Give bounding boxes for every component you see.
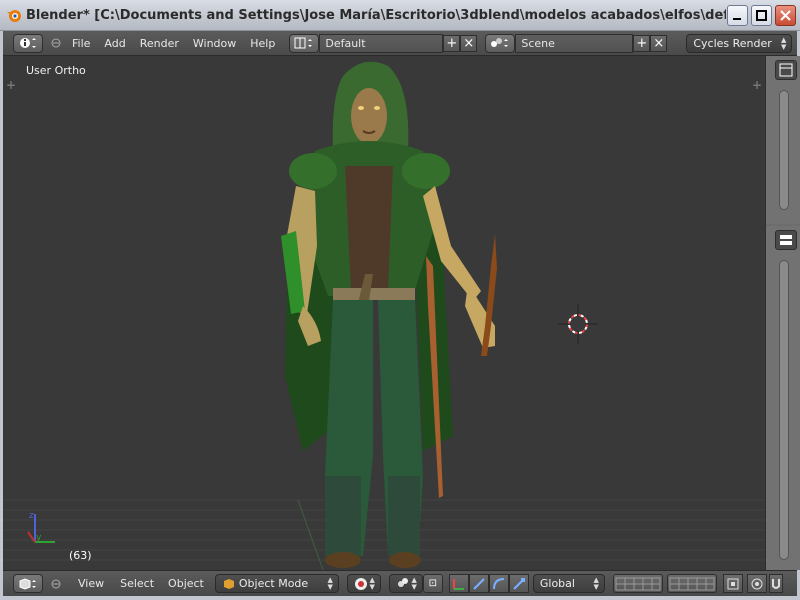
tool-shelf-toggle-icon[interactable]: + xyxy=(6,78,16,92)
window-title: Blender* [C:\Documents and Settings\Jose… xyxy=(26,7,726,23)
maximize-button[interactable] xyxy=(751,5,772,26)
object-mode-dropdown[interactable]: Object Mode ▲ ▼ xyxy=(214,574,339,593)
info-header: File Add Render Window Help Default + × … xyxy=(3,31,797,56)
proportional-icon xyxy=(751,578,763,589)
snap-button[interactable] xyxy=(768,574,783,593)
info-icon xyxy=(20,38,36,48)
updown-arrows-icon: ▲ ▼ xyxy=(593,576,599,591)
menu-add[interactable]: Add xyxy=(97,37,132,50)
magnet-icon xyxy=(771,578,780,589)
pivot-center-button[interactable]: ⊡ xyxy=(422,574,443,593)
scale-manipulator-button[interactable] xyxy=(508,574,529,593)
window-titlebar[interactable]: Blender* [C:\Documents and Settings\Jose… xyxy=(0,0,800,31)
x-icon: × xyxy=(463,35,475,51)
layer-buttons-2[interactable] xyxy=(666,574,717,593)
outliner-icon[interactable] xyxy=(775,60,797,80)
properties-icon[interactable] xyxy=(775,230,797,250)
menu-render[interactable]: Render xyxy=(133,37,186,50)
outliner-strip xyxy=(766,56,800,224)
manipulator-icon xyxy=(452,578,464,590)
blender-logo-icon xyxy=(7,10,21,22)
remove-scene-button[interactable]: × xyxy=(650,34,668,52)
window-frame-bottom xyxy=(0,596,800,600)
svg-text:z: z xyxy=(29,511,34,521)
viewport-canvas: z y xyxy=(3,61,765,570)
3d-viewport[interactable]: z y User Ortho (63) + + xyxy=(3,56,765,570)
rotate-icon xyxy=(492,577,504,589)
render-engine-label: Cycles Render xyxy=(693,36,772,50)
object-mode-cube-icon xyxy=(223,578,234,589)
scene-field[interactable]: Scene xyxy=(515,33,634,53)
viewport-shading-dropdown[interactable]: ▲ ▼ xyxy=(346,574,381,593)
elf-character-model[interactable] xyxy=(281,61,497,568)
layer-grid-icon xyxy=(615,577,661,590)
add-layout-button[interactable]: + xyxy=(443,34,461,52)
editor-type-button[interactable] xyxy=(13,33,43,53)
menu-window[interactable]: Window xyxy=(186,37,243,50)
close-icon xyxy=(780,10,791,21)
svg-text:y: y xyxy=(36,533,42,543)
properties-strip xyxy=(766,226,800,570)
add-scene-button[interactable]: + xyxy=(633,34,651,52)
minimize-icon xyxy=(733,18,741,20)
shading-icon xyxy=(354,577,367,590)
render-engine-dropdown[interactable]: Cycles Render ▲ ▼ xyxy=(686,33,793,53)
properties-scrollbar[interactable] xyxy=(779,260,789,560)
scene-icon xyxy=(491,38,509,47)
transform-orientation-dropdown[interactable]: Global ▲ ▼ xyxy=(532,574,605,593)
dotted-box-icon: ⊡ xyxy=(428,577,438,589)
updown-arrows-icon: ▲ ▼ xyxy=(411,576,417,591)
properties-toggle-icon[interactable]: + xyxy=(752,78,762,92)
updown-arrows-icon: ▲ ▼ xyxy=(369,576,375,591)
3d-cursor-icon[interactable] xyxy=(558,304,598,344)
view-label: User Ortho xyxy=(26,64,86,77)
axis-gizmo-icon: z y xyxy=(27,511,55,543)
arrow-icon xyxy=(473,577,485,590)
minimize-button[interactable] xyxy=(727,5,748,26)
menu-help[interactable]: Help xyxy=(243,37,282,50)
cube-view-icon xyxy=(19,577,36,590)
plus-icon: + xyxy=(446,35,458,51)
lock-camera-button[interactable] xyxy=(722,574,743,593)
menu-object[interactable]: Object xyxy=(161,577,211,590)
remove-layout-button[interactable]: × xyxy=(460,34,478,52)
layer-grid-icon xyxy=(669,577,715,590)
collapse-menu-icon[interactable] xyxy=(51,38,61,48)
render-layer-icon xyxy=(727,578,739,589)
manipulator-toggle[interactable] xyxy=(448,574,469,593)
screen-layout-button[interactable] xyxy=(289,33,320,53)
x-icon: × xyxy=(653,35,665,51)
frame-label: (63) xyxy=(69,549,92,562)
orientation-label: Global xyxy=(539,577,575,590)
updown-arrows-icon: ▲ ▼ xyxy=(327,576,333,591)
rotate-manipulator-button[interactable] xyxy=(488,574,509,593)
scale-icon xyxy=(513,577,525,590)
plus-icon: + xyxy=(636,35,648,51)
maximize-icon xyxy=(756,10,767,21)
outliner-scrollbar[interactable] xyxy=(779,90,789,210)
updown-arrows-icon: ▲ ▼ xyxy=(780,35,787,51)
grid-floor xyxy=(3,499,765,561)
menu-select[interactable]: Select xyxy=(111,577,161,590)
layer-buttons-1[interactable] xyxy=(612,574,663,593)
pivot-point-dropdown[interactable]: ▲ ▼ xyxy=(388,574,423,593)
translate-manipulator-button[interactable] xyxy=(468,574,489,593)
pivot-icon xyxy=(397,577,408,587)
menu-file[interactable]: File xyxy=(65,37,97,50)
proportional-edit-button[interactable] xyxy=(746,574,767,593)
menu-view[interactable]: View xyxy=(71,577,111,590)
close-button[interactable] xyxy=(775,5,796,26)
view3d-header: View Select Object Object Mode ▲ ▼ ▲ ▼ ▲ ▼ … xyxy=(3,570,797,596)
scene-selector-button[interactable] xyxy=(485,33,516,53)
view3d-editor-type-button[interactable] xyxy=(13,574,43,593)
screen-layout-icon xyxy=(294,37,313,49)
object-mode-label: Object Mode xyxy=(238,577,309,590)
screen-layout-field[interactable]: Default xyxy=(319,33,444,53)
collapse-menu-icon[interactable] xyxy=(51,579,61,589)
right-side-panel xyxy=(765,56,800,570)
